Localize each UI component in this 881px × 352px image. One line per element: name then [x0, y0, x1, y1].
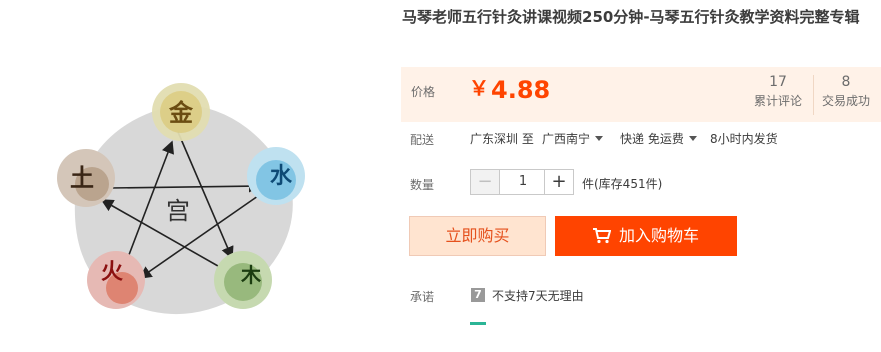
svg-text:土: 土: [70, 163, 94, 192]
metal-node: 金: [152, 83, 210, 141]
decrease-quantity-button[interactable]: −: [471, 170, 500, 194]
price-value: ￥4.88: [469, 72, 550, 104]
price-label: 价格: [411, 85, 436, 99]
svg-text:火: 火: [101, 259, 123, 285]
tab-underline: [470, 322, 486, 325]
five-elements-diagram: 宫 金 水 木 火 土: [57, 83, 305, 315]
cart-icon: [592, 228, 612, 244]
svg-text:木: 木: [240, 263, 262, 287]
dispatch-time: 8小时内发货: [710, 132, 778, 146]
sales-count: 8: [841, 74, 851, 90]
shipping-method: 快递 免运费: [620, 132, 684, 146]
promise-label: 承诺: [410, 290, 435, 304]
svg-text:金: 金: [168, 98, 194, 127]
center-symbol: 宫: [166, 198, 190, 225]
currency-symbol: ￥: [469, 76, 489, 100]
shipping-label: 配送: [410, 133, 435, 147]
promise-text[interactable]: 不支持7天无理由: [492, 287, 584, 304]
chevron-down-icon: [688, 136, 697, 141]
buy-now-button[interactable]: 立即购买: [409, 216, 546, 256]
reviews-stat[interactable]: 17 累计评论: [751, 72, 805, 110]
sales-label: 交易成功: [821, 94, 870, 108]
sales-stat: 8 交易成功: [819, 72, 873, 110]
price-panel: 价格 ￥4.88 17 累计评论 8 交易成功: [401, 67, 881, 122]
chevron-down-icon: [595, 136, 604, 141]
quantity-label: 数量: [410, 178, 435, 192]
quantity-stepper: − 1 +: [470, 169, 574, 195]
price-number: 4.88: [491, 76, 551, 104]
shipping-destination: 广西南宁: [542, 132, 591, 146]
svg-text:水: 水: [270, 163, 293, 189]
increase-quantity-button[interactable]: +: [544, 170, 573, 194]
shipping-from: 广东深圳 至: [470, 132, 534, 146]
fire-node: 火: [87, 251, 145, 309]
reviews-count: 17: [769, 74, 787, 90]
stats-divider: [813, 75, 814, 115]
add-to-cart-label: 加入购物车: [618, 226, 699, 245]
earth-node: 土: [57, 149, 115, 207]
wood-node: 木: [214, 251, 272, 309]
reviews-label: 累计评论: [753, 94, 802, 108]
shipping-method-select[interactable]: 快递 免运费: [620, 130, 697, 147]
shipping-destination-select[interactable]: 广西南宁: [542, 130, 604, 147]
water-node: 水: [247, 147, 305, 205]
product-image[interactable]: 宫 金 水 木 火 土: [0, 0, 395, 348]
stock-info: 件(库存451件): [582, 177, 663, 191]
product-title: 马琴老师五行针灸讲课视频250分钟-马琴五行针灸教学资料完整专辑: [402, 8, 860, 26]
add-to-cart-button[interactable]: 加入购物车: [555, 216, 737, 256]
seven-day-icon: 7: [471, 288, 485, 302]
quantity-input[interactable]: 1: [500, 170, 546, 194]
